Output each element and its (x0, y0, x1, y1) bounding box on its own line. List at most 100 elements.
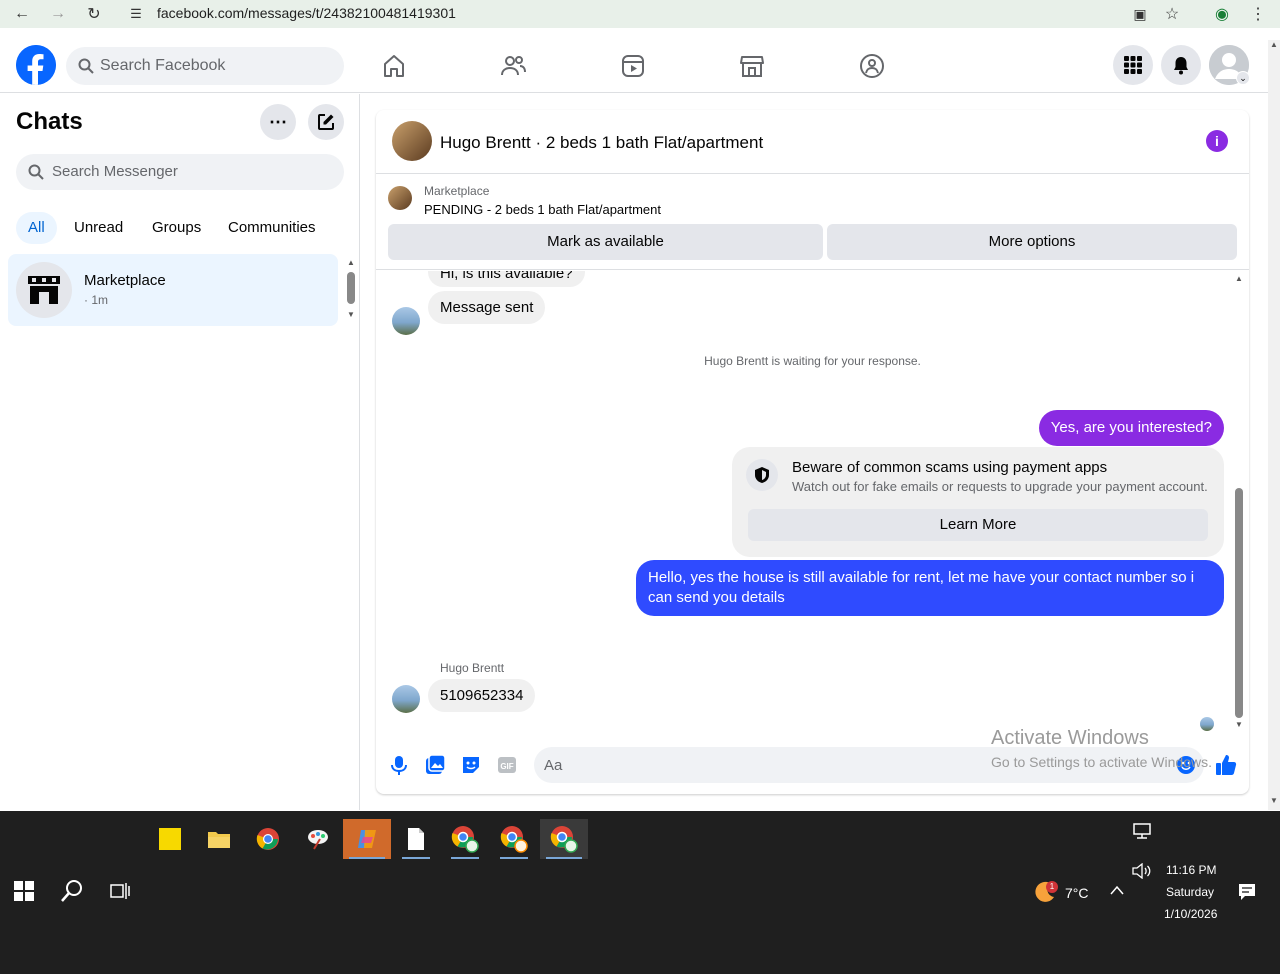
outgoing-message-bubble: Hello, yes the house is still available … (636, 560, 1224, 616)
home-icon[interactable] (381, 53, 407, 79)
chrome-profile-app-2[interactable] (494, 819, 534, 859)
chrome-profile-app-1[interactable] (445, 819, 485, 859)
profile-icon[interactable]: ◉ (1210, 2, 1234, 26)
messenger-search-input[interactable]: Search Messenger (16, 154, 344, 190)
marketplace-icon[interactable] (739, 53, 765, 79)
windows-start-icon[interactable] (14, 881, 34, 901)
conversation-title[interactable]: Hugo Brentt · 2 beds 1 bath Flat/apartme… (440, 133, 763, 153)
install-app-icon[interactable]: ▣ (1128, 2, 1152, 26)
watermark-line-2: Go to Settings to activate Windows. (991, 754, 1212, 770)
chat-time: · 1m (84, 293, 108, 307)
shield-icon (746, 459, 778, 491)
listing-source: Marketplace (424, 184, 490, 198)
video-icon[interactable] (620, 53, 646, 79)
scam-warning-title: Beware of common scams using payment app… (792, 459, 1108, 476)
chats-options-button[interactable]: ⋯ (260, 104, 296, 140)
browser-toolbar: ← → ↻ ☰ facebook.com/messages/t/24382100… (0, 0, 1280, 28)
friends-icon[interactable] (500, 53, 526, 79)
filter-unread[interactable]: Unread (62, 212, 135, 244)
windows-taskbar: 1 7°C 11:16 PM Saturday 1/10/2026 (0, 811, 1280, 974)
waiting-notice: Hugo Brentt is waiting for your response… (704, 354, 921, 368)
notifications-button[interactable] (1161, 45, 1201, 85)
filter-all[interactable]: All (16, 212, 57, 244)
search-icon (28, 164, 44, 180)
filter-groups[interactable]: Groups (140, 212, 213, 244)
outgoing-message-bubble: Yes, are you interested? (1038, 410, 1224, 446)
compose-icon (318, 114, 334, 130)
bookmark-star-icon[interactable]: ☆ (1160, 2, 1184, 26)
photo-icon[interactable] (424, 754, 446, 776)
message-input-placeholder: Aa (544, 757, 563, 774)
volume-icon[interactable] (1132, 863, 1152, 879)
chrome-app[interactable] (248, 819, 288, 859)
watermark-line-1: Activate Windows (991, 727, 1149, 749)
bell-icon (1174, 57, 1188, 75)
scrollbar-thumb[interactable] (347, 272, 355, 304)
chats-title: Chats (16, 108, 83, 135)
contact-message-avatar (392, 685, 420, 713)
back-icon[interactable]: ← (10, 2, 34, 26)
scroll-up-icon[interactable]: ▲ (1270, 40, 1278, 49)
chevron-up-icon[interactable] (1110, 885, 1124, 895)
notifications-center-icon[interactable] (1238, 883, 1256, 901)
chat-avatar (16, 262, 72, 318)
chrome-profile-icon (451, 826, 479, 853)
conversation-info-icon[interactable]: i (1206, 130, 1228, 152)
forward-icon[interactable]: → (46, 2, 70, 26)
chrome-profile-app-3[interactable] (540, 819, 588, 859)
document-icon (408, 828, 424, 850)
page-scrollbar[interactable]: ▲ ▼ (1268, 40, 1280, 810)
search-icon (78, 58, 94, 74)
sticky-notes-icon (159, 828, 181, 850)
clock-time[interactable]: 11:16 PM (1166, 863, 1216, 877)
scroll-down-icon[interactable]: ▼ (1270, 796, 1278, 805)
chrome-profile-icon (500, 826, 528, 853)
browser-menu-icon[interactable]: ⋮ (1246, 2, 1270, 26)
scroll-up-icon[interactable]: ▲ (347, 258, 355, 267)
more-options-button[interactable]: More options (827, 224, 1237, 260)
microphone-icon[interactable] (388, 754, 410, 776)
gif-icon[interactable]: GIF (496, 754, 518, 776)
reload-icon[interactable]: ↻ (82, 2, 106, 26)
scroll-up-icon[interactable]: ▲ (1235, 274, 1243, 283)
thumbs-up-icon[interactable] (1214, 753, 1238, 777)
copilot-icon (358, 830, 376, 848)
notepad-app[interactable] (396, 819, 436, 859)
clock-date[interactable]: 1/10/2026 (1164, 907, 1217, 921)
learn-more-button[interactable]: Learn More (748, 509, 1208, 541)
filter-communities[interactable]: Communities (216, 212, 328, 244)
site-info-icon[interactable]: ☰ (124, 2, 148, 26)
address-bar[interactable]: facebook.com/messages/t/2438210048141930… (157, 5, 456, 21)
menu-grid-button[interactable] (1113, 45, 1153, 85)
message-scrollbar[interactable]: ▲ ▼ (1234, 274, 1244, 732)
scroll-down-icon[interactable]: ▼ (347, 310, 355, 319)
temperature-text[interactable]: 7°C (1065, 885, 1089, 901)
conversation-header: Hugo Brentt · 2 beds 1 bath Flat/apartme… (376, 110, 1249, 174)
groups-icon[interactable] (859, 53, 885, 79)
incoming-message-bubble: 5109652334 (428, 679, 536, 712)
account-chevron-icon[interactable]: ⌄ (1236, 71, 1250, 85)
network-icon[interactable] (1133, 823, 1151, 839)
scam-warning-subtitle: Watch out for fake emails or requests to… (792, 479, 1208, 494)
search-icon[interactable] (60, 879, 84, 903)
scroll-down-icon[interactable]: ▼ (1235, 720, 1243, 729)
chat-list-item[interactable]: Marketplace · 1m (8, 254, 338, 326)
task-view-icon[interactable] (110, 882, 130, 900)
contact-avatar[interactable] (392, 121, 432, 161)
facebook-search-input[interactable]: Search Facebook (66, 47, 344, 85)
file-explorer-app[interactable] (199, 819, 239, 859)
mark-as-available-button[interactable]: Mark as available (388, 224, 823, 260)
sticker-icon[interactable] (460, 754, 482, 776)
sender-name: Hugo Brentt (440, 661, 505, 675)
sidebar-scrollbar[interactable]: ▲ ▼ (347, 258, 355, 319)
scrollbar-thumb[interactable] (1235, 488, 1243, 718)
sticky-notes-app[interactable] (150, 819, 190, 859)
chats-sidebar: Chats ⋯ Search Messenger All Unread Grou… (0, 94, 360, 810)
new-message-button[interactable] (308, 104, 344, 140)
facebook-logo[interactable] (16, 45, 56, 85)
listing-thumbnail (388, 186, 412, 210)
paint-app[interactable] (298, 819, 338, 859)
partial-message-bubble: Hi, is this available? (428, 271, 585, 287)
copilot-app[interactable] (343, 819, 391, 859)
clock-day[interactable]: Saturday (1166, 885, 1214, 899)
